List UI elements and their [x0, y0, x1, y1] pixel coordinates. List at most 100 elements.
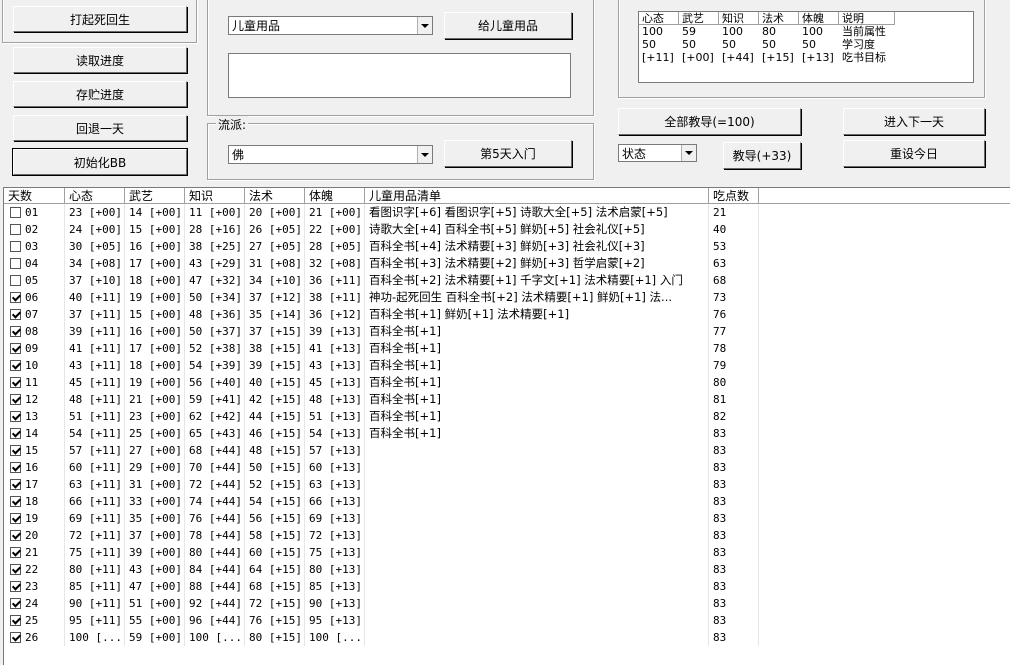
cell-mind: 63 [+11]	[65, 476, 125, 493]
cell-body: 85 [+13]	[305, 578, 365, 595]
item-textarea[interactable]	[228, 53, 571, 98]
init-bb-button[interactable]: 初始化BB	[12, 148, 188, 176]
row-checkbox[interactable]	[10, 360, 21, 371]
cell-items: 百科全书[+1]	[365, 357, 709, 374]
next-day-button[interactable]: 进入下一天	[843, 108, 985, 135]
cell-items	[365, 442, 709, 459]
row-checkbox[interactable]	[10, 411, 21, 422]
table-row[interactable]: 03 30 [+05] 16 [+00] 38 [+25] 27 [+05] 28 [+0…	[4, 238, 1010, 255]
table-row[interactable]: 17 63 [+11] 31 [+00] 72 [+44] 52 [+15] 63 [+1…	[4, 476, 1010, 493]
table-row[interactable]: 13 51 [+11] 23 [+00] 62 [+42] 44 [+15] 51 [+1…	[4, 408, 1010, 425]
attr-col-header[interactable]: 法术	[759, 12, 799, 25]
cell-empty	[759, 493, 1010, 510]
row-checkbox[interactable]	[10, 530, 21, 541]
load-progress-button[interactable]: 读取进度	[13, 47, 187, 73]
table-row[interactable]: 26 100 [... 59 [+00] 100 [... 80 [+15] 100 [.…	[4, 629, 1010, 646]
table-row[interactable]: 19 69 [+11] 35 [+00] 76 [+44] 56 [+15] 69 [+1…	[4, 510, 1010, 527]
row-checkbox[interactable]	[10, 343, 21, 354]
col-header-day[interactable]: 天数	[4, 188, 65, 204]
reset-today-button[interactable]: 重设今日	[843, 140, 985, 167]
row-checkbox[interactable]	[10, 615, 21, 626]
table-row[interactable]: 05 37 [+10] 18 [+00] 47 [+32] 34 [+10] 36 [+1…	[4, 272, 1010, 289]
chevron-down-icon[interactable]	[681, 145, 696, 161]
give-item-button[interactable]: 给儿童用品	[444, 12, 572, 39]
cell-martial: 21 [+00]	[125, 391, 185, 408]
table-row[interactable]: 24 90 [+11] 51 [+00] 92 [+44] 72 [+15] 90 [+1…	[4, 595, 1010, 612]
state-combo[interactable]: 状态	[618, 144, 697, 162]
col-header-points[interactable]: 吃点数	[709, 188, 759, 204]
table-row[interactable]: 25 95 [+11] 55 [+00] 96 [+44] 76 [+15] 95 [+1…	[4, 612, 1010, 629]
cell-magic: 40 [+15]	[245, 374, 305, 391]
cell-mind: 100 [...	[65, 629, 125, 646]
row-checkbox[interactable]	[10, 224, 21, 235]
row-checkbox[interactable]	[10, 377, 21, 388]
table-row[interactable]: 21 75 [+11] 39 [+00] 80 [+44] 60 [+15] 75 [+1…	[4, 544, 1010, 561]
table-row[interactable]: 15 57 [+11] 27 [+00] 68 [+44] 48 [+15] 57 [+1…	[4, 442, 1010, 459]
table-row[interactable]: 22 80 [+11] 43 [+00] 84 [+44] 64 [+15] 80 [+1…	[4, 561, 1010, 578]
attr-col-header[interactable]: 知识	[719, 12, 759, 25]
row-checkbox[interactable]	[10, 275, 21, 286]
row-checkbox[interactable]	[10, 394, 21, 405]
row-checkbox[interactable]	[10, 496, 21, 507]
table-row[interactable]: 12 48 [+11] 21 [+00] 59 [+41] 42 [+15] 48 [+1…	[4, 391, 1010, 408]
attr-table-row[interactable]: 100 59 100 80 100 当前属性	[639, 25, 973, 38]
col-header-mind[interactable]: 心态	[65, 188, 125, 204]
chevron-down-icon[interactable]	[417, 17, 432, 34]
attr-table-row[interactable]: 50 50 50 50 50 学习度	[639, 38, 973, 51]
table-row[interactable]: 01 23 [+00] 14 [+00] 11 [+00] 20 [+00] 21 [+0…	[4, 204, 1010, 221]
col-header-knowledge[interactable]: 知识	[185, 188, 245, 204]
row-checkbox[interactable]	[10, 445, 21, 456]
cell-body: 90 [+13]	[305, 595, 365, 612]
row-checkbox[interactable]	[10, 598, 21, 609]
teach-button[interactable]: 教导(+33)	[723, 142, 801, 169]
attr-col-header[interactable]: 说明	[839, 12, 895, 25]
cell-empty	[759, 425, 1010, 442]
row-checkbox[interactable]	[10, 292, 21, 303]
attr-col-header[interactable]: 武艺	[679, 12, 719, 25]
row-checkbox[interactable]	[10, 581, 21, 592]
attr-col-header[interactable]: 心态	[639, 12, 679, 25]
table-row[interactable]: 04 34 [+08] 17 [+00] 43 [+29] 31 [+08] 32 [+0…	[4, 255, 1010, 272]
revive-button[interactable]: 打起死回生	[13, 6, 187, 32]
row-checkbox[interactable]	[10, 207, 21, 218]
item-combo[interactable]: 儿童用品	[228, 16, 433, 35]
row-checkbox[interactable]	[10, 428, 21, 439]
table-row[interactable]: 11 45 [+11] 19 [+00] 56 [+40] 40 [+15] 45 [+1…	[4, 374, 1010, 391]
table-row[interactable]: 07 37 [+11] 15 [+00] 48 [+36] 35 [+14] 36 [+1…	[4, 306, 1010, 323]
attr-table-row[interactable]: [+11] [+00] [+44] [+15] [+13] 吃书目标	[639, 51, 973, 64]
save-progress-button[interactable]: 存贮进度	[13, 81, 187, 107]
cell-day-label: 18	[25, 495, 39, 508]
table-row[interactable]: 20 72 [+11] 37 [+00] 78 [+44] 58 [+15] 72 [+1…	[4, 527, 1010, 544]
cell-knowledge: 78 [+44]	[185, 527, 245, 544]
col-header-items[interactable]: 儿童用品清单	[365, 188, 709, 204]
col-header-martial[interactable]: 武艺	[125, 188, 185, 204]
row-checkbox[interactable]	[10, 462, 21, 473]
teach-all-button[interactable]: 全部教导(=100)	[618, 108, 801, 135]
row-checkbox[interactable]	[10, 479, 21, 490]
table-row[interactable]: 23 85 [+11] 47 [+00] 88 [+44] 68 [+15] 85 [+1…	[4, 578, 1010, 595]
table-row[interactable]: 09 41 [+11] 17 [+00] 52 [+38] 38 [+15] 41 [+1…	[4, 340, 1010, 357]
table-row[interactable]: 06 40 [+11] 19 [+00] 50 [+34] 37 [+12] 38 [+1…	[4, 289, 1010, 306]
cell-items	[365, 476, 709, 493]
row-checkbox[interactable]	[10, 632, 21, 643]
col-header-body[interactable]: 体魄	[305, 188, 365, 204]
back-one-day-button[interactable]: 回退一天	[13, 115, 187, 141]
row-checkbox[interactable]	[10, 326, 21, 337]
table-row[interactable]: 16 60 [+11] 29 [+00] 70 [+44] 50 [+15] 60 [+1…	[4, 459, 1010, 476]
row-checkbox[interactable]	[10, 564, 21, 575]
table-row[interactable]: 18 66 [+11] 33 [+00] 74 [+44] 54 [+15] 66 [+1…	[4, 493, 1010, 510]
attr-col-header[interactable]: 体魄	[799, 12, 839, 25]
row-checkbox[interactable]	[10, 241, 21, 252]
table-row[interactable]: 02 24 [+00] 15 [+00] 28 [+16] 26 [+05] 22 [+0…	[4, 221, 1010, 238]
row-checkbox[interactable]	[10, 309, 21, 320]
table-row[interactable]: 08 39 [+11] 16 [+00] 50 [+37] 37 [+15] 39 [+1…	[4, 323, 1010, 340]
row-checkbox[interactable]	[10, 258, 21, 269]
intro-day5-button[interactable]: 第5天入门	[444, 140, 572, 167]
row-checkbox[interactable]	[10, 547, 21, 558]
chevron-down-icon[interactable]	[417, 146, 432, 163]
col-header-magic[interactable]: 法术	[245, 188, 305, 204]
table-row[interactable]: 14 54 [+11] 25 [+00] 65 [+43] 46 [+15] 54 [+1…	[4, 425, 1010, 442]
row-checkbox[interactable]	[10, 513, 21, 524]
school-combo[interactable]: 佛	[228, 145, 433, 164]
table-row[interactable]: 10 43 [+11] 18 [+00] 54 [+39] 39 [+15] 43 [+1…	[4, 357, 1010, 374]
